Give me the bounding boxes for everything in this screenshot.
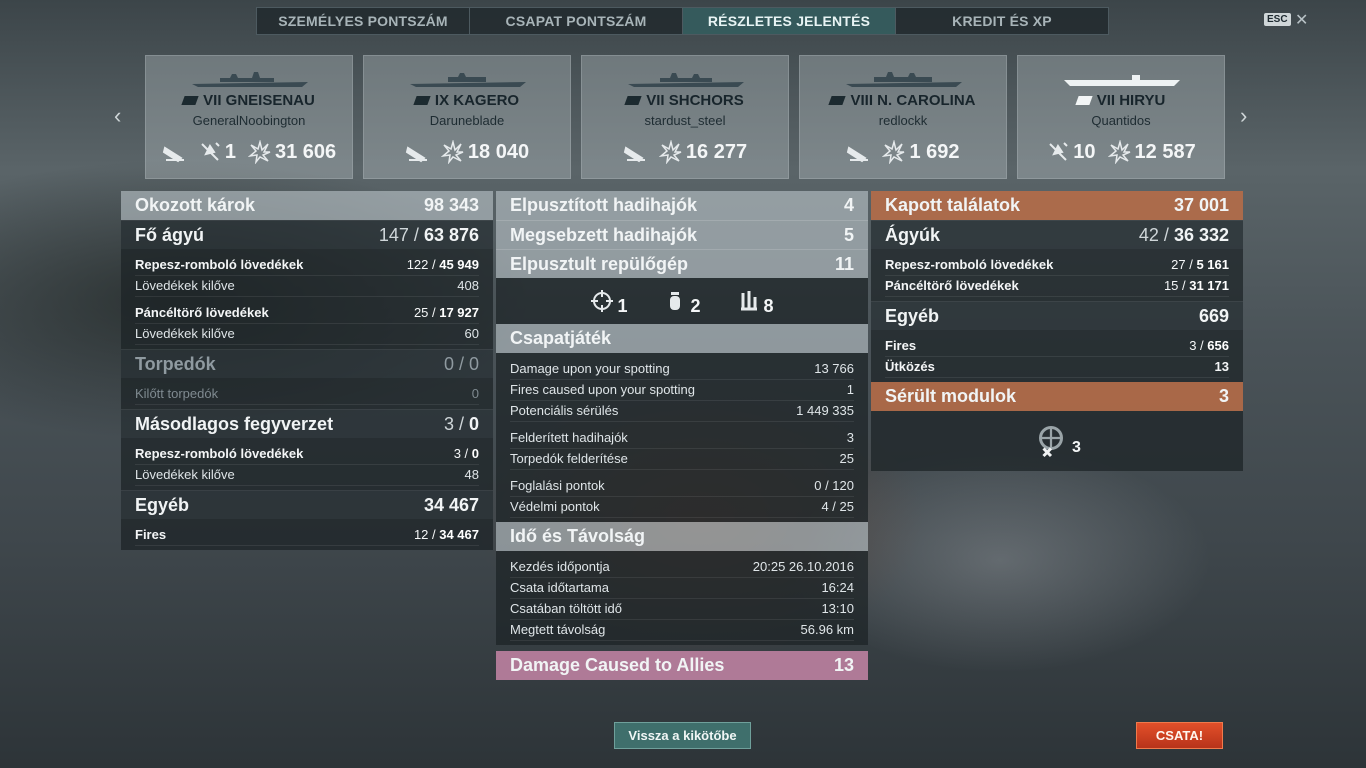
- planes-stat: 1: [198, 140, 236, 164]
- tab-detailed-report[interactable]: RÉSZLETES JELENTÉS: [683, 8, 896, 34]
- sunk-ship-icon: [623, 146, 645, 163]
- spotting-stat: 1: [590, 286, 627, 317]
- damage-stat: 12 587: [1107, 140, 1196, 164]
- secondary-details: Repesz-romboló lövedékek 3 / 0 Lövedékek …: [121, 438, 493, 490]
- damage-stat: 31 606: [247, 140, 336, 164]
- other-damage-details: Fires 12 / 34 467: [121, 519, 493, 550]
- sunk-ship-icon: [847, 146, 869, 163]
- close-icon[interactable]: ✕: [1295, 10, 1308, 30]
- player-name: Daruneblade: [429, 113, 505, 128]
- damage-stat: 16 277: [658, 140, 747, 164]
- damage-received-panel: Kapott találatok 37 001 Ágyúk 42 / 36 332 …: [871, 191, 1243, 471]
- ship-card[interactable]: VIII N. CAROLINA redlockk 1 692: [799, 55, 1007, 179]
- teamplay-header: Csapatjáték: [496, 324, 868, 353]
- damage-dealt-header: Okozott károk 98 343: [121, 191, 493, 220]
- ribbon-icons-row: 1 2 8: [496, 278, 868, 324]
- ships-damaged-header: Megsebzett hadihajók 5: [496, 220, 868, 249]
- ship-card[interactable]: VII SHCHORS stardust_steel 16 277: [581, 55, 789, 179]
- ship-silhouette-icon: [1064, 75, 1180, 86]
- damaged-module-icon: [1039, 426, 1064, 458]
- sunk-stat: [623, 140, 647, 164]
- tab-credits-xp[interactable]: KREDIT ÉS XP: [896, 8, 1108, 34]
- damage-burst-icon: [440, 140, 464, 164]
- bomb-icon: [670, 292, 681, 310]
- ship-class-icon: [1075, 96, 1093, 105]
- time-distance-details: Kezdés időpontja 20:25 26.10.2016 Csata i…: [496, 551, 868, 645]
- hits-received-header: Kapott találatok 37 001: [871, 191, 1243, 220]
- ship-card[interactable]: VII GNEISENAU GeneralNoobington 1 31 606: [145, 55, 353, 179]
- crosshair-icon: [591, 290, 614, 312]
- player-name: stardust_steel: [644, 113, 726, 128]
- sunk-ship-icon: [405, 146, 427, 163]
- ship-silhouette-icon: [846, 72, 962, 87]
- battle-stats-panel: Elpusztított hadihajók 4 Megsebzett hadih…: [496, 191, 868, 680]
- ship-card[interactable]: VII HIRYU Quantidos 10 12 587: [1017, 55, 1225, 179]
- ally-damage-header: Damage Caused to Allies 13: [496, 651, 868, 680]
- planes-destroyed-header: Elpusztult repülőgép 11: [496, 249, 868, 278]
- back-to-port-button[interactable]: Vissza a kikötőbe: [614, 722, 751, 749]
- report-tabs: SZEMÉLYES PONTSZÁM CSAPAT PONTSZÁM RÉSZL…: [256, 7, 1109, 35]
- ship-class-icon: [181, 96, 199, 105]
- ships-destroyed-header: Elpusztított hadihajók 4: [496, 191, 868, 220]
- ship-name: VII HIRYU: [1096, 92, 1166, 109]
- ship-silhouette-icon: [628, 73, 744, 87]
- sunk-stat: [405, 140, 429, 164]
- next-arrow-icon[interactable]: ›: [1240, 103, 1247, 129]
- sunk-ship-icon: [162, 146, 184, 163]
- ship-silhouette-icon: [410, 73, 526, 87]
- ship-name: VII GNEISENAU: [203, 92, 315, 109]
- ship-name: IX KAGERO: [434, 92, 520, 109]
- module-icons-row: 3: [871, 411, 1243, 471]
- prev-arrow-icon[interactable]: ‹: [114, 103, 121, 129]
- damage-stat: 18 040: [440, 140, 529, 164]
- main-battery-header: Fő ágyú 147 / 63 876: [121, 220, 493, 249]
- teamplay-details: Damage upon your spotting 13 766 Fires ca…: [496, 353, 868, 522]
- main-battery-details: Repesz-romboló lövedékek 122 / 45 949 Löv…: [121, 249, 493, 349]
- plane-icon: [1049, 142, 1068, 161]
- ship-class-icon: [624, 96, 642, 105]
- damage-dealt-panel: Okozott károk 98 343 Fő ágyú 147 / 63 876 …: [121, 191, 493, 550]
- rocket-stat: 8: [737, 286, 774, 317]
- ship-class-icon: [413, 96, 431, 105]
- battle-button[interactable]: CSATA!: [1136, 722, 1223, 749]
- player-name: redlockk: [878, 113, 928, 128]
- ship-silhouette-icon: [192, 72, 308, 87]
- ship-name: VIII N. CAROLINA: [850, 92, 976, 109]
- torpedoes-header: Torpedók 0 / 0: [121, 349, 493, 378]
- planes-stat: 10: [1046, 140, 1096, 164]
- module-stat: 3: [1033, 423, 1081, 459]
- tab-personal-score[interactable]: SZEMÉLYES PONTSZÁM: [257, 8, 470, 34]
- rocket-icon: [740, 291, 757, 311]
- guns-received-details: Repesz-romboló lövedékek 27 / 5 161 Páncé…: [871, 249, 1243, 301]
- ship-card[interactable]: IX KAGERO Daruneblade 18 040: [363, 55, 571, 179]
- damage-burst-icon: [658, 140, 682, 164]
- ship-class-icon: [828, 96, 847, 105]
- player-name: Quantidos: [1091, 113, 1151, 128]
- guns-received-header: Ágyúk 42 / 36 332: [871, 220, 1243, 249]
- damaged-modules-header: Sérült modulok 3: [871, 382, 1243, 411]
- damage-burst-icon: [247, 140, 271, 164]
- damage-burst-icon: [882, 140, 905, 164]
- secondary-header: Másodlagos fegyverzet 3 / 0: [121, 409, 493, 438]
- ship-name: VII SHCHORS: [646, 92, 744, 109]
- plane-icon: [201, 142, 220, 161]
- torpedoes-details: Kilőtt torpedók 0: [121, 378, 493, 409]
- damage-stat: 1 692: [882, 140, 960, 164]
- esc-key-hint: ESC: [1264, 13, 1291, 26]
- sunk-stat: [162, 140, 186, 164]
- tab-team-score[interactable]: CSAPAT PONTSZÁM: [470, 8, 683, 34]
- other-damage-header: Egyéb 34 467: [121, 490, 493, 519]
- other-received-header: Egyéb 669: [871, 301, 1243, 330]
- sunk-stat: [846, 140, 870, 164]
- time-distance-header: Idő és Távolság: [496, 522, 868, 551]
- other-received-details: Fires 3 / 656 Ütközés 13: [871, 330, 1243, 382]
- damage-burst-icon: [1107, 140, 1130, 164]
- player-name: GeneralNoobington: [192, 113, 306, 128]
- bomb-stat: 2: [663, 286, 701, 317]
